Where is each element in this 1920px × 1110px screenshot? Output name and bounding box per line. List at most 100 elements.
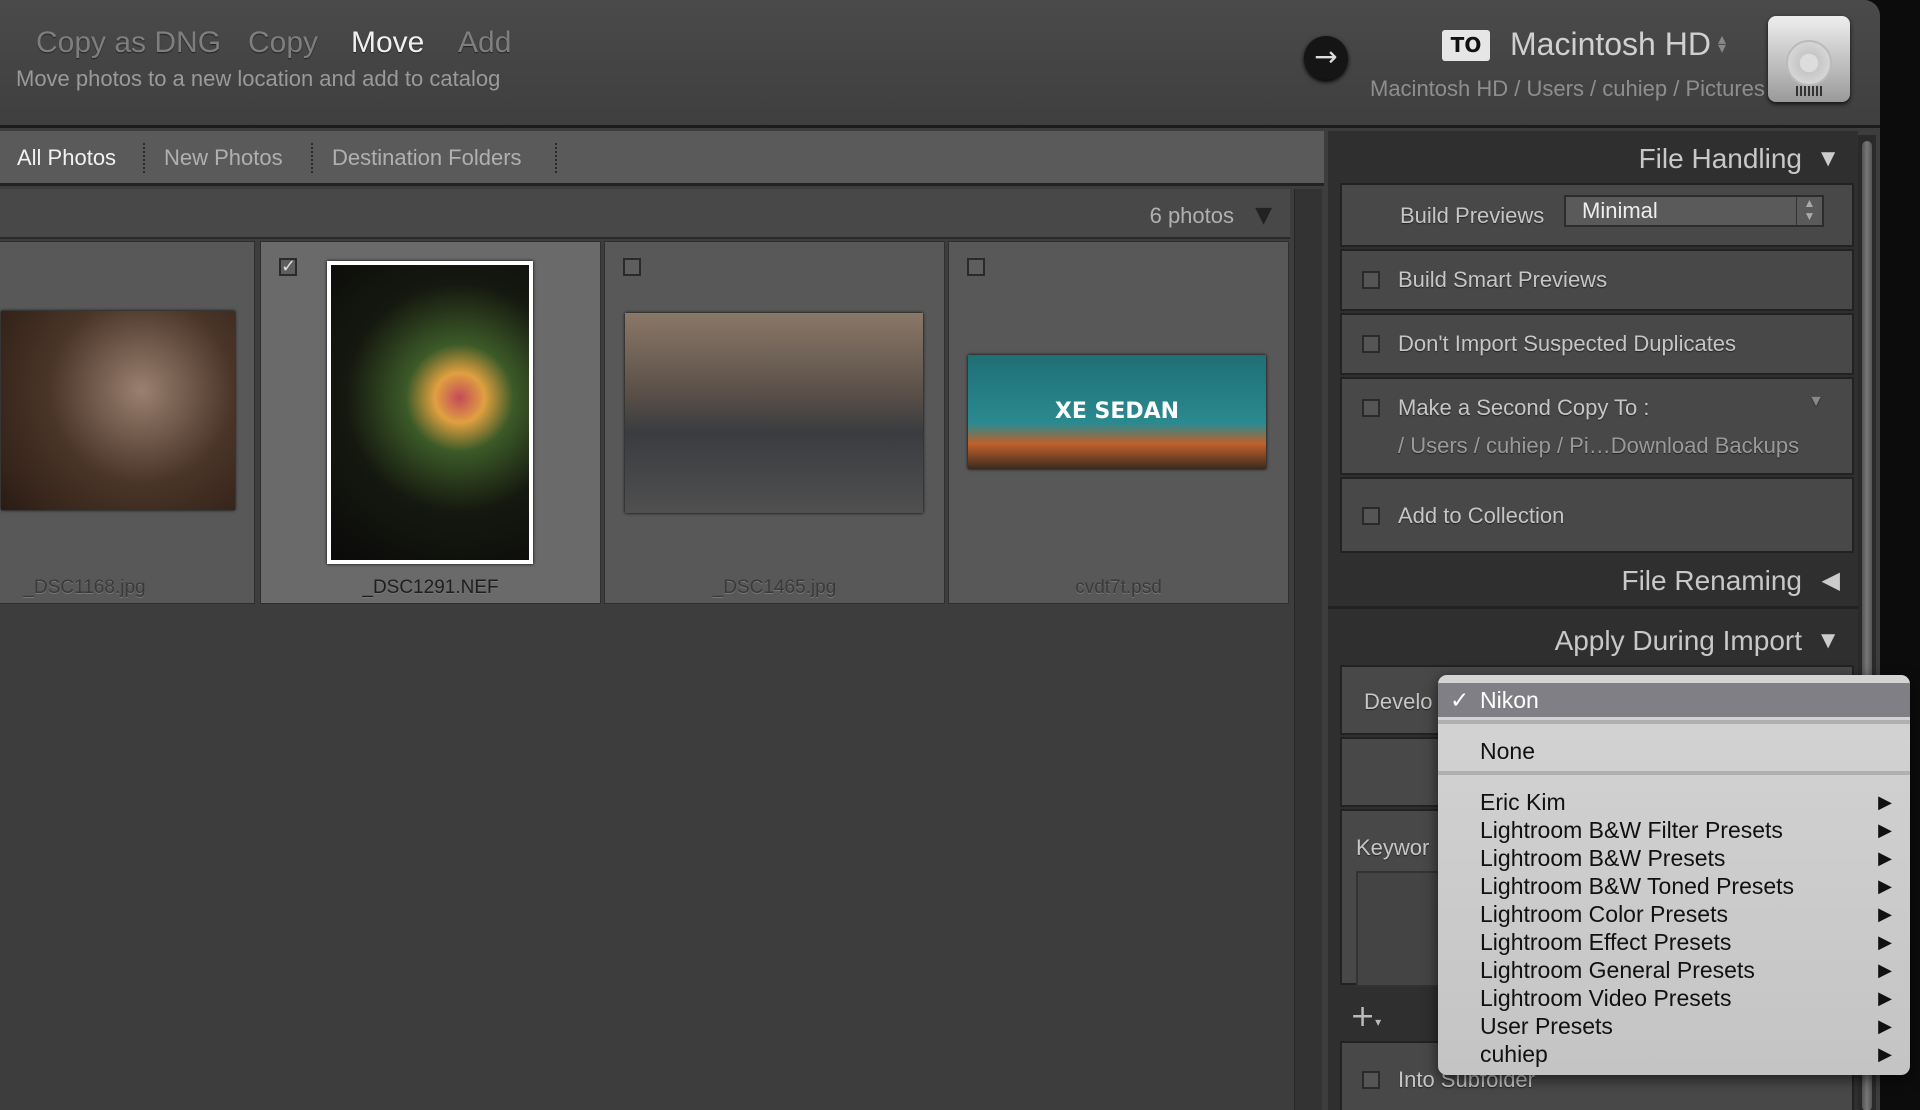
menu-item-submenu[interactable]: cuhiep ▶ — [1438, 1040, 1910, 1068]
source-filter-tabs: All Photos New Photos Destination Folder… — [0, 131, 1324, 186]
keywords-label: Keywor — [1356, 835, 1430, 860]
divider — [555, 143, 557, 173]
photo-cell[interactable]: _DSC1465.jpg — [604, 241, 945, 604]
photo-thumbnail[interactable]: XE SEDAN — [968, 355, 1266, 469]
photo-checkbox[interactable] — [623, 258, 641, 276]
menu-item-label: Lightroom Effect Presets — [1480, 929, 1732, 955]
photo-checkbox[interactable] — [967, 258, 985, 276]
check-icon: ✓ — [1450, 687, 1470, 713]
divider — [143, 143, 145, 173]
to-badge: TO — [1442, 30, 1490, 61]
grid-scrollbar[interactable] — [1294, 189, 1322, 1110]
photo-filename: cvdt7t.psd — [1075, 577, 1162, 598]
triangle-left-icon[interactable]: ◀ — [1822, 557, 1840, 605]
photo-count: 6 photos — [1149, 203, 1234, 228]
menu-item-submenu[interactable]: Eric Kim ▶ — [1438, 788, 1910, 816]
section-title: Apply During Import — [1554, 625, 1802, 656]
tab-new-photos[interactable]: New Photos — [164, 145, 283, 171]
menu-item-submenu[interactable]: Lightroom General Presets ▶ — [1438, 956, 1910, 984]
photo-checkbox-checked[interactable]: ✓ — [279, 258, 297, 276]
mode-description: Move photos to a new location and add to… — [16, 66, 501, 91]
destination-selector[interactable]: Macintosh HD — [1510, 26, 1711, 63]
photo-filename: _DSC1168.jpg — [23, 577, 146, 598]
second-copy-row: Make a Second Copy To : ▼ / Users / cuhi… — [1340, 377, 1854, 475]
menu-item-label: Lightroom Color Presets — [1480, 901, 1728, 927]
menu-item-none[interactable]: None — [1438, 731, 1910, 771]
develop-preset-menu: ✓ Nikon None Eric Kim ▶ Lightroom B&W Filte… — [1438, 675, 1910, 1075]
photo-grid: _DSC1168.jpg ✓ _DSC1291.NEF _DSC1465.jpg… — [0, 241, 1290, 1110]
triangle-down-icon[interactable]: ▼ — [1816, 617, 1840, 665]
build-previews-select[interactable]: Minimal ▲ ▼ — [1564, 195, 1824, 227]
dropdown-triangle-icon[interactable]: ▼ — [1808, 393, 1824, 411]
menu-item-label: Lightroom General Presets — [1480, 957, 1755, 983]
build-previews-row: Build Previews Minimal ▲ ▼ — [1340, 183, 1854, 247]
photo-cell-selected[interactable]: ✓ _DSC1291.NEF — [260, 241, 601, 604]
submenu-arrow-icon: ▶ — [1878, 988, 1892, 1008]
menu-separator — [1438, 720, 1910, 724]
second-copy-label: Make a Second Copy To : — [1398, 395, 1650, 420]
into-subfolder-checkbox[interactable] — [1362, 1071, 1380, 1089]
destination-path: Macintosh HD / Users / cuhiep / Pictures — [1370, 76, 1765, 101]
grid-header: 6 photos ▼ — [0, 189, 1290, 239]
submenu-arrow-icon: ▶ — [1878, 1016, 1892, 1036]
tab-all-photos[interactable]: All Photos — [17, 145, 116, 171]
section-title: File Handling — [1638, 143, 1802, 174]
build-previews-label: Build Previews — [1400, 203, 1545, 228]
photo-cell[interactable]: _DSC1168.jpg — [0, 241, 255, 604]
section-title: File Renaming — [1621, 565, 1802, 596]
menu-item-submenu[interactable]: User Presets ▶ — [1438, 1012, 1910, 1040]
menu-item-label: Lightroom B&W Toned Presets — [1480, 873, 1795, 899]
updown-chevron-icon[interactable]: ▴ ▾ — [1718, 31, 1726, 56]
menu-item-submenu[interactable]: Lightroom Color Presets ▶ — [1438, 900, 1910, 928]
menu-item-nikon[interactable]: ✓ Nikon — [1438, 683, 1910, 717]
build-smart-previews-checkbox[interactable] — [1362, 271, 1380, 289]
arrow-right-icon[interactable]: → — [1304, 36, 1348, 80]
file-handling-header[interactable]: File Handling ▼ — [1328, 135, 1858, 183]
mode-add[interactable]: Add — [458, 26, 511, 60]
submenu-arrow-icon: ▶ — [1878, 876, 1892, 896]
updown-chevron-icon: ▲ ▼ — [1796, 197, 1822, 225]
mode-move[interactable]: Move — [351, 26, 424, 60]
tab-destination-folders[interactable]: Destination Folders — [332, 145, 522, 171]
menu-item-submenu[interactable]: Lightroom B&W Toned Presets ▶ — [1438, 872, 1910, 900]
photo-thumbnail[interactable] — [625, 313, 923, 513]
build-smart-previews-row: Build Smart Previews — [1340, 249, 1854, 311]
menu-item-submenu[interactable]: Lightroom Video Presets ▶ — [1438, 984, 1910, 1012]
dont-import-duplicates-row: Don't Import Suspected Duplicates — [1340, 313, 1854, 375]
photo-filename: _DSC1291.NEF — [362, 577, 499, 598]
menu-item-label: Nikon — [1480, 687, 1539, 713]
submenu-arrow-icon: ▶ — [1878, 932, 1892, 952]
second-copy-path[interactable]: / Users / cuhiep / Pi…Download Backups — [1398, 433, 1799, 459]
second-copy-checkbox[interactable] — [1362, 399, 1380, 417]
triangle-down-icon[interactable]: ▼ — [1816, 135, 1840, 183]
menu-item-label: Eric Kim — [1480, 789, 1566, 815]
add-to-collection-checkbox[interactable] — [1362, 507, 1380, 525]
submenu-arrow-icon: ▶ — [1878, 792, 1892, 812]
menu-item-submenu[interactable]: Lightroom Effect Presets ▶ — [1438, 928, 1910, 956]
submenu-arrow-icon: ▶ — [1878, 1044, 1892, 1064]
apply-during-import-header[interactable]: Apply During Import ▼ — [1328, 617, 1858, 665]
menu-item-submenu[interactable]: Lightroom B&W Filter Presets ▶ — [1438, 816, 1910, 844]
add-preset-icon[interactable]: +▾ — [1350, 999, 1381, 1034]
photo-thumbnail[interactable] — [1, 311, 235, 510]
submenu-arrow-icon: ▶ — [1878, 960, 1892, 980]
hard-drive-icon — [1768, 16, 1850, 102]
menu-item-label: Lightroom B&W Filter Presets — [1480, 817, 1783, 843]
menu-item-label: Lightroom Video Presets — [1480, 985, 1732, 1011]
submenu-arrow-icon: ▶ — [1878, 820, 1892, 840]
photo-thumbnail[interactable] — [327, 261, 533, 564]
dont-import-duplicates-label: Don't Import Suspected Duplicates — [1398, 331, 1737, 356]
photo-cell[interactable]: XE SEDAN cvdt7t.psd — [948, 241, 1289, 604]
menu-item-label: cuhiep — [1480, 1041, 1548, 1067]
sort-triangle-icon[interactable]: ▼ — [1255, 203, 1272, 228]
file-renaming-header[interactable]: File Renaming ◀ — [1328, 557, 1858, 609]
menu-separator — [1438, 771, 1910, 775]
divider — [311, 143, 313, 173]
select-value: Minimal — [1582, 198, 1658, 223]
menu-item-submenu[interactable]: Lightroom B&W Presets ▶ — [1438, 844, 1910, 872]
mode-copy-as-dng[interactable]: Copy as DNG — [36, 26, 221, 60]
dont-import-duplicates-checkbox[interactable] — [1362, 335, 1380, 353]
photo-filename: _DSC1465.jpg — [712, 577, 837, 598]
add-to-collection-label: Add to Collection — [1398, 503, 1565, 528]
mode-copy[interactable]: Copy — [248, 26, 318, 60]
